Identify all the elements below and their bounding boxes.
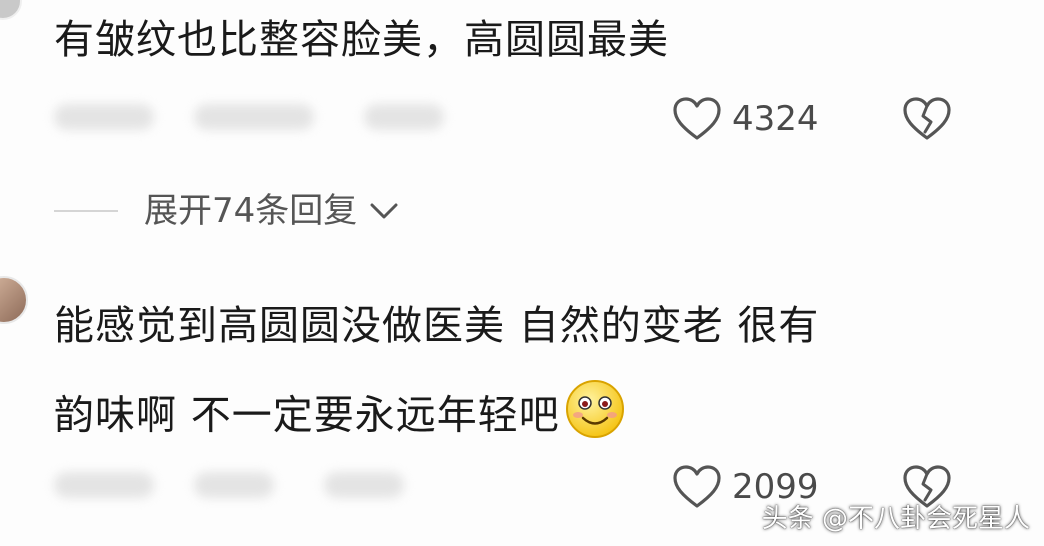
heart-outline-icon [673,97,721,140]
comment-text-line-2: 韵味啊 不一定要永远年轻吧 [54,392,560,439]
comment-text: 有皱纹也比整容脸美，高圆圆最美 [54,17,669,63]
avatar[interactable] [0,276,28,324]
watermark: 头条 @不八卦会死星人 [761,504,1030,534]
like-count: 2099 [732,467,819,507]
dislike-button[interactable] [902,96,952,146]
like-count: 4324 [732,99,819,139]
heart-outline-icon [673,465,721,508]
smiling-face-emoji [564,378,626,457]
comment-feed: 有皱纹也比整容脸美，高圆圆最美 4324 展开74条回复 能感觉到高圆圆没做医美… [0,0,1044,546]
divider-line [54,210,118,212]
like-button[interactable]: 4324 [672,96,819,142]
comment-text-line-2-wrapper: 韵味啊 不一定要永远年轻吧 [54,378,626,457]
expand-replies-button[interactable]: 展开74条回复 [54,188,399,234]
chevron-down-icon [370,203,398,219]
avatar[interactable] [0,0,22,20]
expand-replies-label: 展开74条回复 [144,191,358,231]
comment-text-line-1: 能感觉到高圆圆没做医美 自然的变老 很有 [54,303,820,349]
broken-heart-icon [903,97,951,140]
comment-meta-blurred [54,464,574,504]
comment-meta-blurred [54,96,574,136]
